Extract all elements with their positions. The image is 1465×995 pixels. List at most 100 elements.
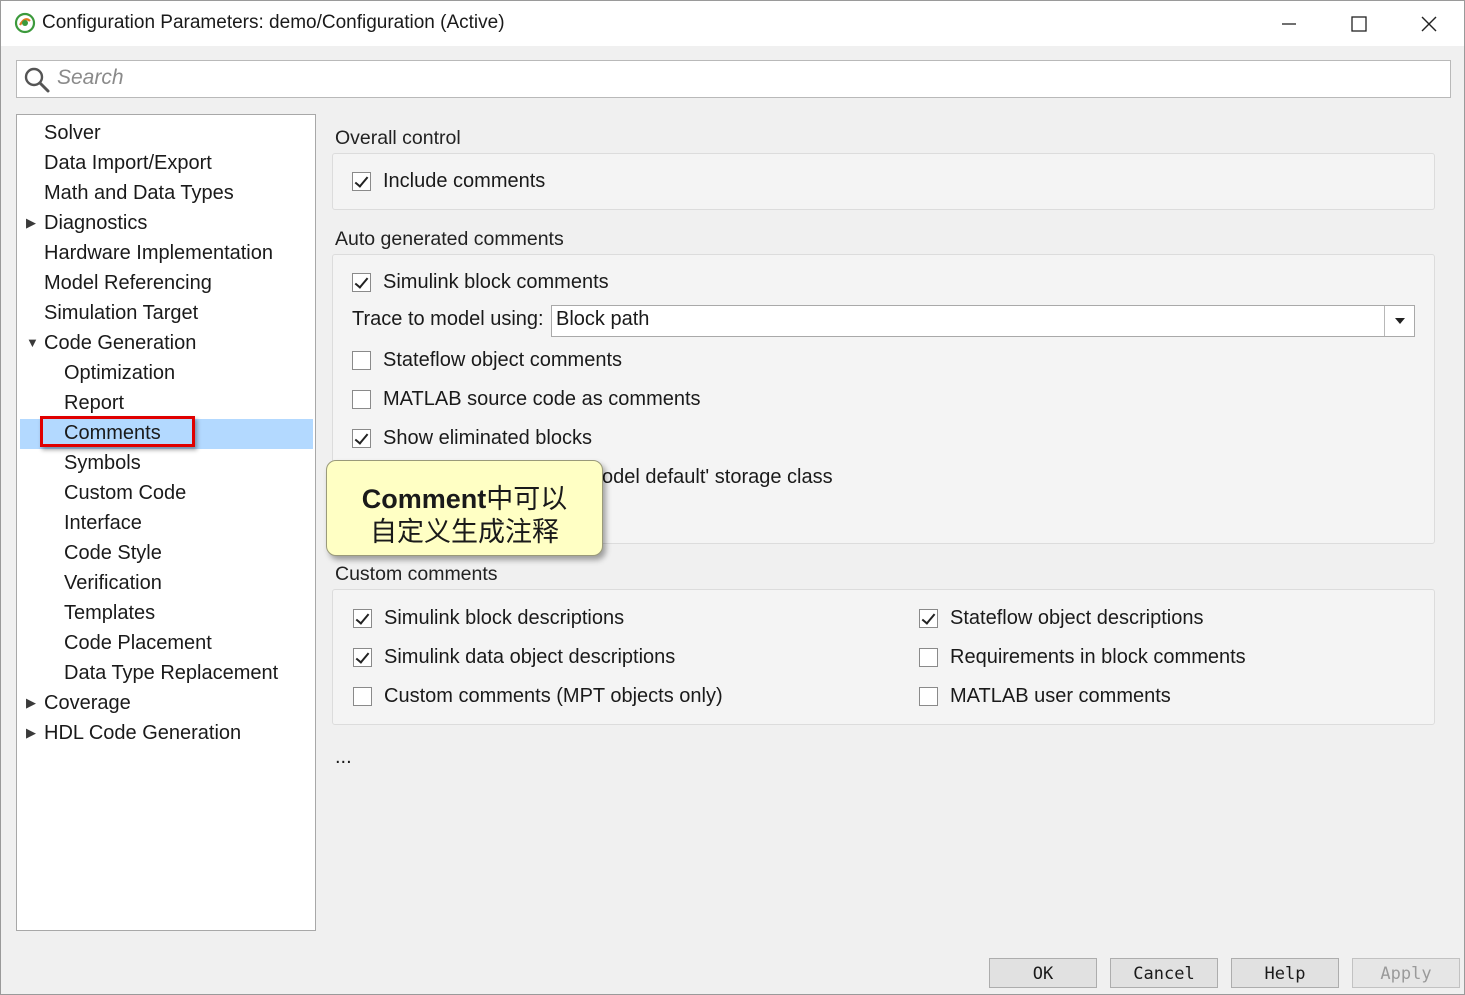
annotation-callout: Comment中可以 自定义生成注释 [326,460,603,556]
stateflow-object-descriptions-label: Stateflow object descriptions [950,606,1204,629]
collapsed-arrow-icon[interactable]: ▶ [26,718,36,748]
matlab-source-code-option[interactable]: MATLAB source code as comments [352,385,701,413]
tree-item-coverage[interactable]: ▶ Coverage [17,688,313,718]
model-default-storage-option[interactable]: odel default' storage class [602,463,833,491]
collapsed-arrow-icon[interactable]: ▶ [26,208,36,238]
tree-item-code-style[interactable]: Code Style [17,538,313,568]
tree-item-interface[interactable]: Interface [17,508,313,538]
show-eliminated-blocks-option[interactable]: Show eliminated blocks [352,424,592,452]
tree-item-label: Code Generation [44,332,197,354]
custom-comments-mpt-checkbox[interactable] [353,686,372,706]
custom-comments-mpt-option[interactable]: Custom comments (MPT objects only) [353,682,723,710]
show-eliminated-blocks-checkbox[interactable] [352,428,371,448]
include-comments-option[interactable]: Include comments [352,167,545,195]
custom-comments-mpt-label: Custom comments (MPT objects only) [384,684,723,707]
requirements-in-block-comments-checkbox[interactable] [919,647,938,667]
tree-item-label: Interface [64,512,142,534]
tree-item-label: Coverage [44,692,131,714]
tree-item-label: Symbols [64,452,141,474]
dropdown-button[interactable] [1384,306,1414,336]
tree-item-data-import-export[interactable]: Data Import/Export [17,148,313,178]
tree-item-report[interactable]: Report [17,388,313,418]
callout-line-2: 自定义生成注释 [370,517,559,547]
stateflow-object-descriptions-option[interactable]: Stateflow object descriptions [919,604,1203,632]
simulink-data-object-descriptions-checkbox[interactable] [353,647,372,667]
tree-item-label: Custom Code [64,482,187,504]
chevron-down-icon [1394,318,1405,324]
simulink-block-descriptions-checkbox[interactable] [353,608,372,628]
search-icon[interactable] [23,66,51,94]
tree-item-math-and-data-types[interactable]: Math and Data Types [17,178,313,208]
matlab-source-code-checkbox[interactable] [352,389,371,409]
tree-item-verification[interactable]: Verification [17,568,313,598]
custom-comments-title: Custom comments [335,563,498,585]
tree-item-optimization[interactable]: Optimization [17,358,313,388]
tree-item-simulation-target[interactable]: Simulation Target [17,298,313,328]
tree-item-code-generation[interactable]: ▼ Code Generation [17,328,313,358]
tree-item-label: Solver [44,122,101,144]
category-tree: Solver Data Import/Export Math and Data Ty… [16,114,316,931]
requirements-in-block-comments-option[interactable]: Requirements in block comments [919,643,1246,671]
tree-item-code-placement[interactable]: Code Placement [17,628,313,658]
maximize-button[interactable] [1324,1,1394,46]
tree-item-label: Hardware Implementation [44,242,273,264]
tree-item-hdl-code-generation[interactable]: ▶ HDL Code Generation [17,718,313,748]
tree-item-custom-code[interactable]: Custom Code [17,478,313,508]
include-comments-checkbox[interactable] [352,171,371,191]
simulink-block-comments-checkbox[interactable] [352,272,371,292]
model-default-storage-label: odel default' storage class [602,465,833,488]
tree-item-label: Code Style [64,542,162,564]
stateflow-object-comments-checkbox[interactable] [352,350,371,370]
tree-item-hardware-implementation[interactable]: Hardware Implementation [17,238,313,268]
search-input[interactable] [57,63,1437,93]
close-button[interactable] [1394,1,1464,46]
stateflow-object-comments-label: Stateflow object comments [383,348,622,371]
tree-item-label: Math and Data Types [44,182,234,204]
matlab-source-code-label: MATLAB source code as comments [383,387,701,410]
tree-item-label: Data Type Replacement [64,662,279,684]
collapsed-arrow-icon[interactable]: ▶ [26,688,36,718]
requirements-in-block-comments-label: Requirements in block comments [950,645,1246,668]
matlab-user-comments-checkbox[interactable] [919,686,938,706]
matlab-user-comments-label: MATLAB user comments [950,684,1171,707]
tree-item-diagnostics[interactable]: ▶ Diagnostics [17,208,313,238]
title-bar: Configuration Parameters: demo/Configura… [1,1,1464,46]
overall-control-title: Overall control [335,127,461,149]
close-icon [1421,16,1437,31]
matlab-user-comments-option[interactable]: MATLAB user comments [919,682,1171,710]
simulink-data-object-descriptions-option[interactable]: Simulink data object descriptions [353,643,675,671]
tree-item-model-referencing[interactable]: Model Referencing [17,268,313,298]
minimize-button[interactable] [1254,1,1324,46]
tree-item-symbols[interactable]: Symbols [17,448,313,478]
tree-item-templates[interactable]: Templates [17,598,313,628]
tree-item-label: Model Referencing [44,272,212,294]
stateflow-object-comments-option[interactable]: Stateflow object comments [352,346,622,374]
auto-generated-comments-title: Auto generated comments [335,228,564,250]
tree-item-solver[interactable]: Solver [17,118,313,148]
cancel-button[interactable]: Cancel [1110,958,1218,988]
trace-to-model-select[interactable]: Block path [551,305,1415,337]
apply-button[interactable]: Apply [1352,958,1460,988]
simulink-block-descriptions-label: Simulink block descriptions [384,606,625,629]
simulink-block-comments-label: Simulink block comments [383,270,609,293]
tree-item-label: Diagnostics [44,212,148,234]
stateflow-object-descriptions-checkbox[interactable] [919,608,938,628]
annotation-highlight-box [40,416,195,447]
simulink-data-object-descriptions-label: Simulink data object descriptions [384,645,676,668]
window-title: Configuration Parameters: demo/Configura… [42,12,505,33]
config-dialog: Configuration Parameters: demo/Configura… [0,0,1465,995]
help-button[interactable]: Help [1231,958,1339,988]
expanded-arrow-icon[interactable]: ▼ [26,328,39,358]
tree-item-label: Templates [64,602,156,624]
more-ellipsis: ... [335,746,352,768]
dialog-footer: OK Cancel Help Apply [1,942,1464,994]
tree-item-label: Optimization [64,362,176,384]
simulink-block-descriptions-option[interactable]: Simulink block descriptions [353,604,624,632]
ok-button[interactable]: OK [989,958,1097,988]
tree-item-data-type-replacement[interactable]: Data Type Replacement [17,658,313,688]
search-bar [16,60,1451,98]
simulink-app-icon [14,12,36,34]
tree-item-label: HDL Code Generation [44,722,242,744]
simulink-block-comments-option[interactable]: Simulink block comments [352,268,609,296]
tree-item-label: Verification [64,572,162,594]
